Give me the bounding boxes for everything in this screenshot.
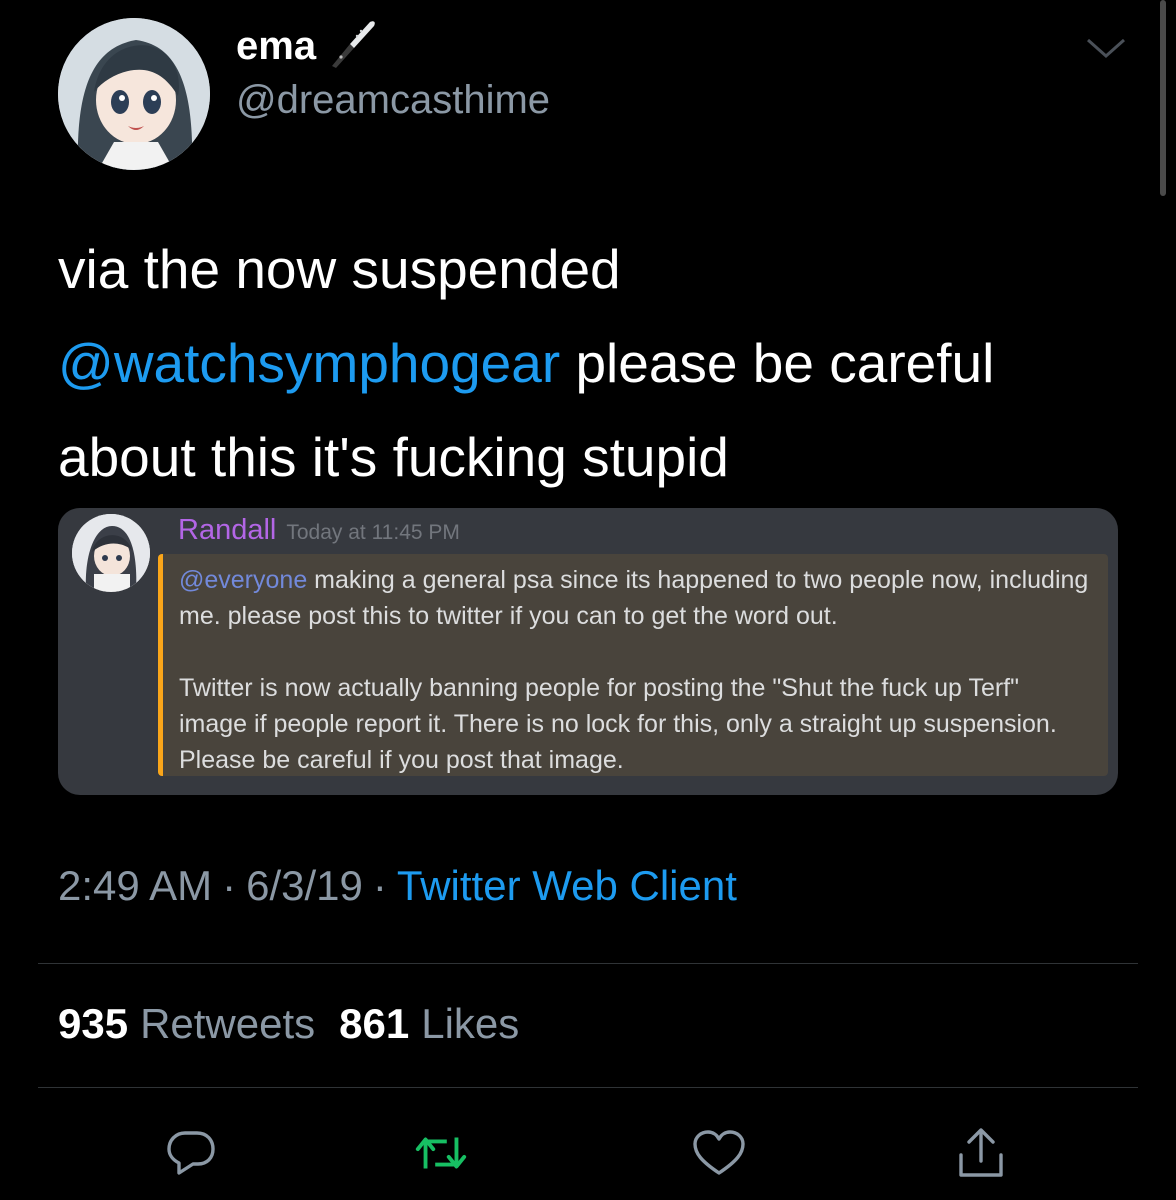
avatar-illustration [58, 18, 210, 170]
tweet-date[interactable]: 6/3/19 [246, 862, 363, 910]
retweet-icon[interactable] [412, 1124, 470, 1182]
embedded-image[interactable]: Randall Today at 11:45 PM @everyone maki… [58, 508, 1118, 795]
tweet-time[interactable]: 2:49 AM [58, 862, 212, 910]
everyone-mention: @everyone [179, 566, 308, 594]
retweets-stat[interactable]: 935 Retweets [58, 1000, 315, 1048]
tweet-detail: ema @dreamcasthime via the now suspended… [0, 0, 1176, 1200]
author-display-name: ema [236, 23, 317, 68]
retweets-count: 935 [58, 1000, 129, 1047]
author-avatar[interactable] [58, 18, 210, 170]
mention-link[interactable]: @watchsymphogear [58, 332, 560, 394]
tweet-meta: 2:49 AM · 6/3/19 · Twitter Web Client [58, 862, 737, 910]
client-link[interactable]: Twitter Web Client [397, 862, 737, 910]
divider [38, 1087, 1138, 1088]
embed-paragraph-2: Twitter is now actually banning people f… [179, 674, 1057, 774]
embed-message: @everyone making a general psa since its… [158, 554, 1108, 776]
scrollbar[interactable] [1160, 0, 1166, 196]
tweet-text: via the now suspended @watchsymphogear pl… [58, 222, 1138, 504]
meta-separator: · [372, 862, 387, 909]
reply-icon[interactable] [162, 1124, 220, 1182]
author-handle[interactable]: @dreamcasthime [236, 78, 550, 123]
retweets-label: Retweets [140, 1000, 316, 1047]
tweet-text-before: via the now suspended [58, 238, 621, 300]
likes-count: 861 [339, 1000, 410, 1047]
divider [38, 963, 1138, 964]
likes-stat[interactable]: 861 Likes [339, 1000, 519, 1048]
tweet-stats: 935 Retweets 861 Likes [58, 1000, 543, 1048]
embed-username: Randall [178, 514, 277, 546]
embed-user-avatar [72, 514, 150, 592]
share-icon[interactable] [952, 1124, 1010, 1182]
meta-separator: · [222, 862, 237, 909]
embed-paragraph-1: @everyone making a general psa since its… [179, 562, 1092, 634]
likes-label: Likes [421, 1000, 520, 1047]
kitchen-knife-icon [324, 16, 378, 70]
author-name[interactable]: ema [236, 21, 378, 70]
embed-line-1: making a general psa since its happened … [179, 566, 1089, 630]
heart-icon[interactable] [690, 1124, 748, 1182]
embed-timestamp: Today at 11:45 PM [286, 521, 460, 544]
chevron-down-icon[interactable] [1084, 34, 1128, 64]
embed-header: Randall Today at 11:45 PM [178, 514, 460, 547]
